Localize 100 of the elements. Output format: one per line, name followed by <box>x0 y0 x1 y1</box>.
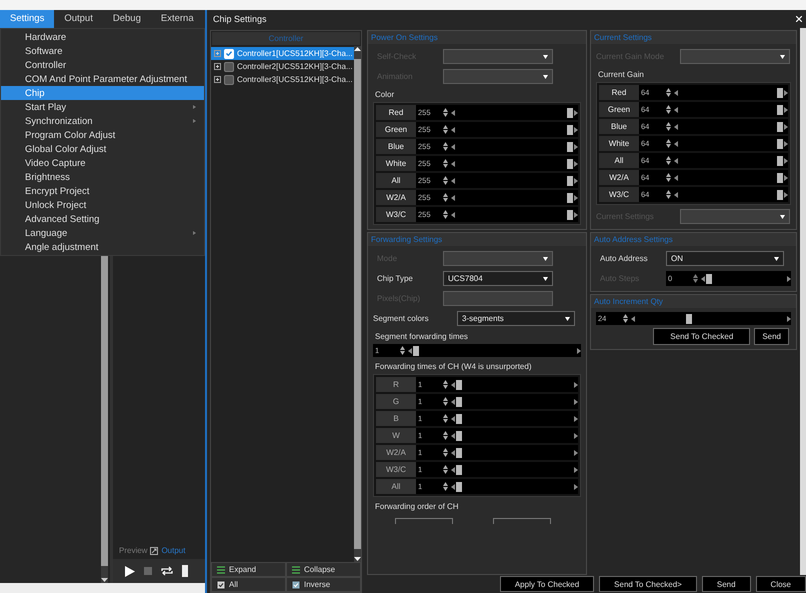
right-arrow-icon[interactable] <box>573 450 578 456</box>
dialog-button[interactable]: Close <box>756 576 806 592</box>
spin-arrows-icon[interactable] <box>443 176 448 185</box>
left-arrow-icon[interactable] <box>451 126 456 132</box>
slider-thumb[interactable] <box>413 346 419 356</box>
menu-item[interactable]: Program Color Adjust <box>1 128 204 142</box>
right-arrow-icon[interactable] <box>573 160 578 166</box>
slider-thumb[interactable] <box>456 448 462 458</box>
spin-arrows-icon[interactable] <box>443 465 448 474</box>
right-arrow-icon[interactable] <box>573 110 578 116</box>
dialog-button[interactable]: Send To Checked> <box>599 576 697 592</box>
right-arrow-icon[interactable] <box>573 194 578 200</box>
tree-item[interactable]: Controller2[UCS512KH][3-Cha... <box>211 60 354 73</box>
loop-icon[interactable] <box>161 566 173 576</box>
spin-arrows-icon[interactable] <box>443 108 448 117</box>
slider-thumb[interactable] <box>567 159 573 169</box>
spin-arrows-icon[interactable] <box>443 159 448 168</box>
spin-arrows-icon[interactable] <box>443 397 448 406</box>
panel-button[interactable]: Collapse <box>286 562 361 577</box>
dialog-button[interactable]: Apply To Checked <box>500 576 594 592</box>
spin-arrows-icon[interactable] <box>400 346 405 355</box>
menu-item[interactable]: Language <box>1 226 204 240</box>
slider-thumb[interactable] <box>456 397 462 407</box>
left-arrow-icon[interactable] <box>451 144 456 150</box>
checkbox[interactable] <box>224 62 234 72</box>
left-arrow-icon[interactable] <box>451 382 456 388</box>
slider-thumb[interactable] <box>777 190 783 200</box>
slider-thumb[interactable] <box>777 139 783 149</box>
menu-item[interactable]: COM And Point Parameter Adjustment <box>1 72 204 86</box>
left-arrow-icon[interactable] <box>451 160 456 166</box>
right-arrow-icon[interactable] <box>783 106 788 112</box>
left-arrow-icon[interactable] <box>451 194 456 200</box>
dropdown[interactable] <box>395 518 453 524</box>
slider-thumb[interactable] <box>777 156 783 166</box>
left-arrow-icon[interactable] <box>451 178 456 184</box>
slider-thumb[interactable] <box>456 380 462 390</box>
scrollbar[interactable] <box>354 46 361 562</box>
left-arrow-icon[interactable] <box>451 398 456 404</box>
left-arrow-icon[interactable] <box>674 140 679 146</box>
slider-thumb[interactable] <box>567 193 573 203</box>
slider-thumb[interactable] <box>456 465 462 475</box>
left-arrow-icon[interactable] <box>451 416 456 422</box>
slider-thumb[interactable] <box>567 176 573 186</box>
expand-icon[interactable] <box>214 76 221 83</box>
right-arrow-icon[interactable] <box>573 466 578 472</box>
spin-arrows-icon[interactable] <box>443 482 448 491</box>
slider-thumb[interactable] <box>456 414 462 424</box>
right-arrow-icon[interactable] <box>573 432 578 438</box>
spin-arrows-icon[interactable] <box>443 380 448 389</box>
play-icon[interactable] <box>125 566 135 576</box>
menu-item[interactable]: Controller <box>1 58 204 72</box>
left-arrow-icon[interactable] <box>451 212 456 218</box>
spin-arrows-icon[interactable] <box>693 274 698 283</box>
left-arrow-icon[interactable] <box>451 432 456 438</box>
slider-thumb[interactable] <box>567 142 573 152</box>
slider-thumb[interactable] <box>456 482 462 492</box>
left-arrow-icon[interactable] <box>674 90 679 96</box>
checkbox[interactable] <box>224 74 234 84</box>
menu-item[interactable]: Software <box>1 44 204 58</box>
right-arrow-icon[interactable] <box>783 140 788 146</box>
right-arrow-icon[interactable] <box>573 144 578 150</box>
down-arrow-icon[interactable] <box>354 557 361 562</box>
right-arrow-icon[interactable] <box>783 158 788 164</box>
spin-arrows-icon[interactable] <box>666 122 671 131</box>
right-arrow-icon[interactable] <box>783 124 788 130</box>
menu-bar-item[interactable]: Externa <box>150 10 204 28</box>
left-arrow-icon[interactable] <box>674 124 679 130</box>
menu-item[interactable]: Angle adjustment <box>1 240 204 254</box>
menu-item[interactable]: Start Play <box>1 100 204 114</box>
right-arrow-icon[interactable] <box>573 382 578 388</box>
send-button[interactable]: Send To Checked <box>653 328 750 345</box>
close-icon[interactable] <box>796 16 802 22</box>
right-arrow-icon[interactable] <box>573 416 578 422</box>
left-arrow-icon[interactable] <box>451 450 456 456</box>
spin-arrows-icon[interactable] <box>623 314 628 323</box>
menu-item[interactable]: Synchronization <box>1 114 204 128</box>
menu-item[interactable]: Chip <box>1 86 204 100</box>
menu-item[interactable]: Brightness <box>1 170 204 184</box>
right-arrow-icon[interactable] <box>783 192 788 198</box>
menu-item[interactable]: Video Capture <box>1 156 204 170</box>
text-field[interactable] <box>443 291 553 306</box>
right-arrow-icon[interactable] <box>573 178 578 184</box>
slider-thumb[interactable] <box>456 431 462 441</box>
dropdown[interactable]: UCS7804 <box>443 271 553 286</box>
panel-button[interactable]: All <box>211 577 286 592</box>
spin-arrows-icon[interactable] <box>443 414 448 423</box>
slider-thumb[interactable] <box>777 105 783 115</box>
left-arrow-icon[interactable] <box>674 158 679 164</box>
right-arrow-icon[interactable] <box>786 276 791 282</box>
menu-bar-item[interactable]: Settings <box>0 10 54 28</box>
slider-thumb[interactable] <box>567 210 573 220</box>
preview-tab[interactable]: Preview <box>119 546 148 555</box>
slider-thumb[interactable] <box>777 88 783 98</box>
right-arrow-icon[interactable] <box>573 212 578 218</box>
spin-arrows-icon[interactable] <box>666 105 671 114</box>
spin-arrows-icon[interactable] <box>443 448 448 457</box>
left-arrow-icon[interactable] <box>674 174 679 180</box>
send-button[interactable]: Send <box>754 328 789 345</box>
spin-arrows-icon[interactable] <box>666 88 671 97</box>
menu-bar-item[interactable]: Debug <box>102 10 151 28</box>
